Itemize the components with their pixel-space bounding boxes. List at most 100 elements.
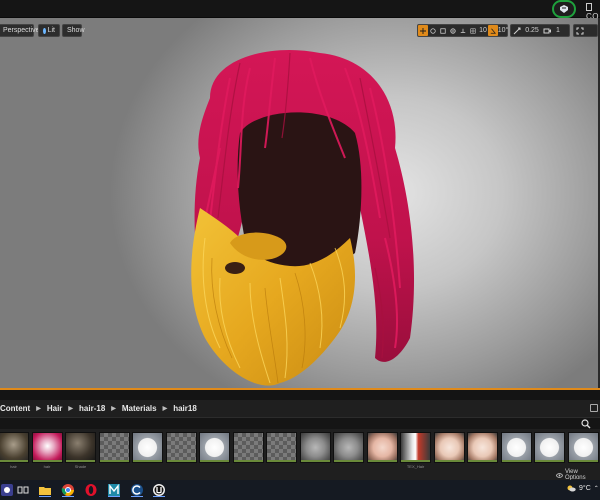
surface-snap-icon [460,28,466,33]
asset-tile[interactable] [400,432,431,463]
active-indicator [131,496,143,497]
chrome-icon [61,484,74,496]
asset-tile[interactable] [467,432,498,463]
breadcrumb: Content ▶ Hair ▶ hair-18 ▶ Materials ▶ h… [0,401,197,415]
hair-beard-mesh[interactable] [170,38,430,388]
maximize-strip [573,24,598,37]
chevron-right-icon: ▶ [36,405,41,412]
level-viewport[interactable]: Perspective Lit Show 10 10° 0.25 1 [0,18,600,388]
select-translate-tool[interactable] [418,25,428,36]
breadcrumb-materials[interactable]: Materials [122,404,157,413]
asset-tile[interactable] [433,432,465,463]
asset-type-bar [233,460,263,462]
asset-tile[interactable] [333,432,364,463]
chevron-right-icon: ▶ [111,405,116,412]
asset-tile[interactable] [534,432,565,463]
asset-type-bar [99,460,129,462]
grid-icon [470,27,476,34]
source-control-icon [560,5,568,13]
rotate-tool[interactable] [428,25,438,36]
asset-tile[interactable] [199,432,230,463]
scale-snap-value[interactable]: 0.25 [523,25,541,36]
show-label: Show [67,27,85,34]
opera-button[interactable] [84,483,98,497]
weather-temperature: 9°C [579,484,591,492]
rotate-icon [430,27,436,34]
scale-snap-toggle[interactable] [511,25,523,36]
asset-type-bar [535,460,564,462]
asset-tile[interactable] [132,432,163,463]
local-world-toggle[interactable] [448,25,458,36]
maximize-icon [576,27,584,34]
active-indicator [62,496,74,497]
camera-speed-value[interactable]: 1 [553,25,563,36]
asset-type-bar [200,460,229,462]
source-control-button[interactable] [552,0,576,18]
asset-tile[interactable] [500,432,532,463]
document-icon [586,3,592,11]
cinema-button[interactable] [130,483,144,497]
breadcrumb-content[interactable]: Content [0,404,30,413]
asset-type-bar [401,460,430,462]
scale-icon [440,27,446,34]
maya-button[interactable] [107,483,121,497]
asset-type-bar [0,460,28,462]
asset-tile[interactable] [299,432,331,463]
maximize-viewport-button[interactable] [574,25,586,36]
system-tray[interactable]: 9°C ⌃ [566,484,599,492]
lock-icon[interactable] [590,404,598,412]
asset-type-bar [133,460,162,462]
camera-speed-button[interactable] [541,25,553,36]
unreal-engine-button[interactable] [152,483,166,497]
asset-type-bar [367,460,397,462]
task-view-button[interactable] [16,483,30,497]
asset-type-bar [267,460,296,462]
scale-snap-icon [513,27,521,34]
asset-tile[interactable] [31,432,63,463]
file-explorer-icon [39,487,51,495]
asset-type-bar [434,460,464,462]
grid-snap-value[interactable]: 10 [478,25,488,36]
task-view-icon [17,486,29,494]
start-button[interactable] [0,483,14,497]
unreal-editor-window: CO Perspective Lit Show 10 10° 0.25 1 Co… [0,0,600,500]
chrome-button[interactable] [61,483,75,497]
active-indicator [39,496,51,497]
asset-tile[interactable] [232,432,264,463]
maya-icon [108,484,120,496]
asset-tile[interactable] [98,432,130,463]
scale-tool[interactable] [438,25,448,36]
asset-tile[interactable] [0,432,29,463]
transform-tool-strip: 10 10° [417,24,508,37]
lit-button[interactable]: Lit [38,24,60,37]
breadcrumb-hair-18[interactable]: hair-18 [79,404,105,413]
search-icon[interactable] [581,419,591,429]
asset-tile[interactable] [165,432,197,463]
unreal-engine-icon [153,484,165,496]
breadcrumb-hair[interactable]: Hair [47,404,63,413]
content-browser-tab-strip [0,390,600,400]
asset-type-bar [568,460,598,462]
rotation-snap-toggle[interactable] [488,25,498,36]
asset-tile[interactable] [266,432,297,463]
grid-snap-toggle[interactable] [468,25,478,36]
asset-type-bar [66,460,95,462]
perspective-button[interactable]: Perspective [0,24,40,37]
surface-snap-toggle[interactable] [458,25,468,36]
asset-tile[interactable] [65,432,96,463]
asset-search-bar[interactable] [0,417,600,429]
breadcrumb-hair18[interactable]: hair18 [173,404,197,413]
cinema-icon [131,484,143,496]
file-explorer-button[interactable] [38,483,52,497]
scale-snap-strip: 0.25 1 [510,24,570,37]
rotation-snap-value[interactable]: 10° [498,25,509,36]
asset-tile[interactable] [567,432,599,463]
asset-tile[interactable] [366,432,398,463]
globe-icon [450,27,456,34]
asset-type-bar [468,460,497,462]
asset-type-bar [166,460,196,462]
show-button[interactable]: Show [62,24,85,37]
eye-icon [556,472,563,478]
windows-taskbar: 9°C ⌃ [0,480,600,500]
chevron-right-icon: ▶ [162,405,168,412]
